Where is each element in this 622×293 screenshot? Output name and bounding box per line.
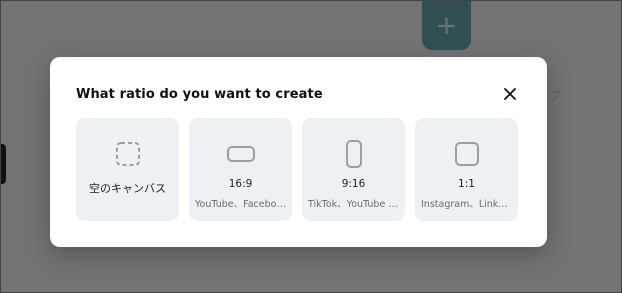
ratio-option-title: 空のキャンバス [89,182,166,195]
ratio-option-title: 1:1 [458,178,475,190]
ratio-option-title: 9:16 [341,178,366,190]
ratio-option-blank-canvas[interactable]: 空のキャンバス [76,118,179,221]
ratio-option-subtitle: TikTok、YouTube Shorts [308,199,399,210]
dashed-square-icon [115,140,141,168]
aspect-ratio-dialog: What ratio do you want to create 空のキャンバス [50,57,547,247]
ratio-option-title: 16:9 [228,178,253,190]
ratio-option-16-9[interactable]: 16:9 YouTube、Facebook [189,118,292,221]
close-icon [503,87,517,101]
dialog-title: What ratio do you want to create [76,87,323,102]
ratio-option-9-16[interactable]: 9:16 TikTok、YouTube Shorts [302,118,405,221]
square-icon [454,140,480,168]
ratio-option-subtitle: Instagram、LinkedIn [421,199,512,210]
app-frame: + イプ What ratio do you want to create 空の… [0,0,622,293]
portrait-rectangle-icon [343,140,365,168]
landscape-rectangle-icon [226,140,256,168]
ratio-options: 空のキャンバス 16:9 YouTube、Facebook 9:16 TikTo… [76,118,521,221]
ratio-option-1-1[interactable]: 1:1 Instagram、LinkedIn [415,118,518,221]
close-button[interactable] [499,83,521,105]
ratio-option-subtitle: YouTube、Facebook [195,199,286,210]
